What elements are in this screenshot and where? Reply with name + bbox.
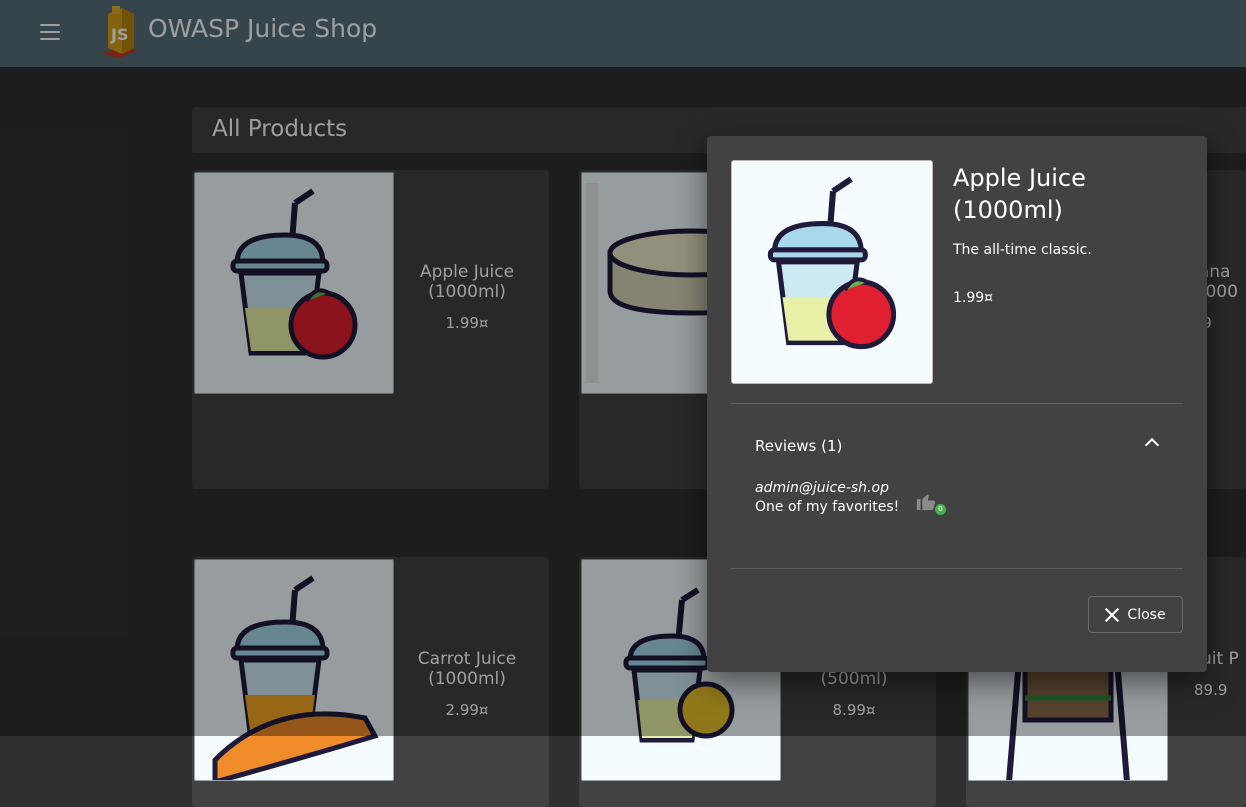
apple-juice-icon (731, 160, 933, 384)
close-icon (1105, 608, 1119, 622)
chevron-up-icon (1144, 437, 1160, 453)
like-button[interactable]: 0 (915, 490, 946, 516)
product-price: 1.99¤ (953, 290, 994, 306)
reviews-expansion-header[interactable]: Reviews (1) (731, 426, 1183, 466)
review-text: One of my favorites! (755, 499, 900, 515)
like-count: 0 (935, 504, 946, 515)
review-author: admin@juice-sh.op (755, 480, 889, 496)
divider (731, 403, 1183, 404)
thumbs-up-icon (916, 494, 936, 511)
divider (731, 568, 1183, 569)
close-label: Close (1127, 606, 1166, 623)
product-description: The all-time classic. (953, 242, 1092, 258)
product-details-dialog: Apple Juice (1000ml) The all-time classi… (707, 136, 1207, 672)
product-name: Apple Juice (1000ml) (953, 164, 1086, 224)
close-button[interactable]: Close (1088, 596, 1183, 633)
reviews-title: Reviews (1) (755, 437, 843, 455)
review-item: admin@juice-sh.op One of my favorites! 0 (755, 480, 1155, 515)
